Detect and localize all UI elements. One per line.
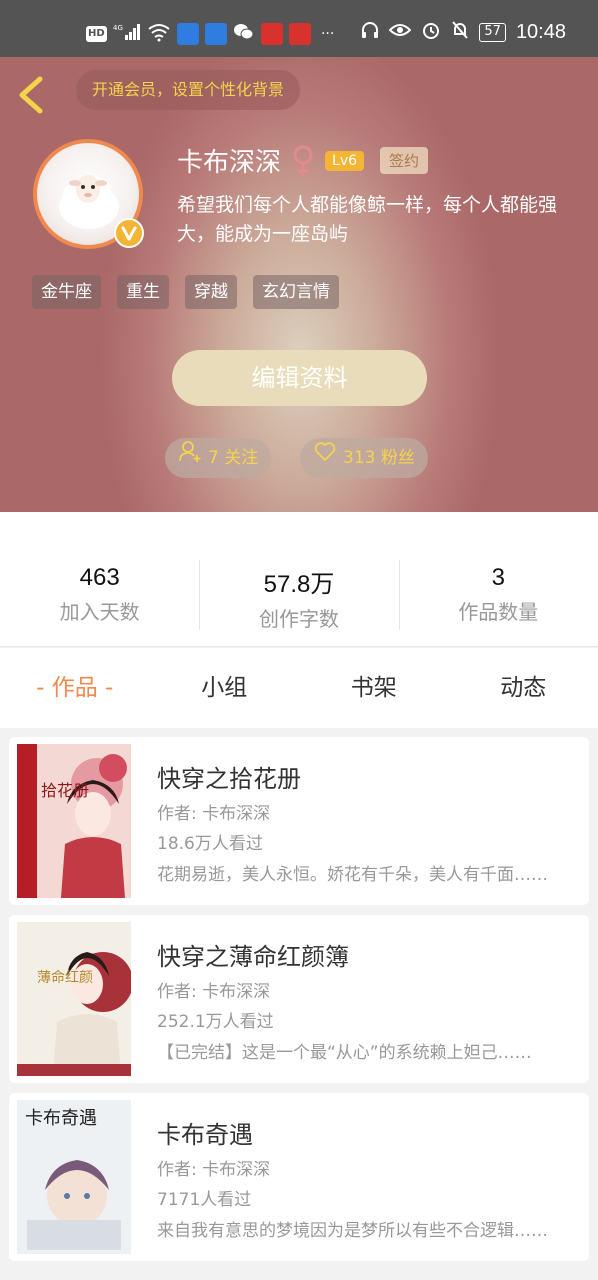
tag-item[interactable]: 金牛座 (32, 275, 101, 309)
mute-bell-icon (451, 20, 469, 44)
tag-item[interactable]: 玄幻言情 (253, 275, 339, 309)
heart-icon (313, 438, 337, 478)
book-views: 7171人看过 (157, 1190, 252, 1210)
book-description: 花期易逝，美人永恒。娇花有千朵，美人有千面…… (157, 865, 548, 885)
stat-value: 3 (491, 564, 505, 591)
stat-word-count: 57.8万 创作字数 (199, 512, 398, 646)
female-icon (291, 144, 315, 178)
add-person-icon (178, 438, 202, 478)
eye-icon (388, 22, 412, 42)
app-notification-icon (288, 23, 311, 45)
cover-title-char: 卡布奇遇 (25, 1108, 97, 1129)
book-views: 252.1万人看过 (157, 1012, 274, 1032)
tag-item[interactable]: 穿越 (185, 275, 237, 309)
username: 卡布深深 (177, 148, 282, 178)
level-badge: Lv6 (325, 150, 365, 171)
app-notification-icon (176, 23, 199, 45)
verified-badge-icon (113, 217, 145, 249)
stat-value: 463 (79, 564, 120, 591)
tab-bookshelf[interactable]: 书架 (299, 648, 449, 728)
book-description: 来自我有意思的梦境因为是梦所以有些不合逻辑…… (157, 1221, 548, 1241)
cover-title-char: 薄命红颜 (37, 969, 93, 986)
following-button[interactable]: 7 关注 (165, 438, 272, 478)
status-bar: HD 4G ··· 57 10:48 (0, 0, 598, 57)
book-author: 作者: 卡布深深 (157, 982, 271, 1002)
book-card[interactable]: 卡布奇遇 卡布奇遇 作者: 卡布深深 7171人看过 来自我有意思的梦境因为是梦… (9, 1093, 589, 1261)
cover-title-char: 拾花册 (41, 781, 89, 800)
profile-tabs: - 作品 - 小组 书架 动态 (0, 648, 598, 728)
edit-profile-button[interactable]: 编辑资料 (172, 350, 427, 406)
tab-activity[interactable]: 动态 (449, 648, 598, 728)
profile-bio: 希望我们每个人都能像鲸一样，每个人都能强大，能成为一座岛屿 (177, 194, 558, 245)
app-notification-icon (260, 23, 283, 45)
battery-indicator: 57 (479, 22, 506, 42)
signal-icon: 4G (113, 22, 141, 46)
followers-button[interactable]: 313 粉丝 (300, 438, 428, 478)
stat-joined-days: 463 加入天数 (0, 512, 199, 646)
app-notification-icon (204, 23, 227, 45)
wifi-icon (147, 22, 171, 46)
wechat-icon (233, 22, 255, 46)
book-views: 18.6万人看过 (157, 834, 263, 854)
headphones-icon (361, 21, 379, 43)
stat-label: 创作字数 (258, 607, 339, 631)
stat-works-count: 3 作品数量 (398, 512, 598, 646)
signed-author-tag: 签约 (380, 147, 429, 174)
book-cover[interactable]: 拾花册 (17, 744, 131, 898)
vip-background-prompt[interactable]: 开通会员，设置个性化背景 (76, 70, 301, 110)
profile-header: 开通会员，设置个性化背景 卡布深深 Lv6 签约 希望我们每个人都能像鲸一样，每… (0, 57, 598, 512)
profile-tags: 金牛座 重生 穿越 玄幻言情 (32, 275, 339, 309)
stat-label: 加入天数 (59, 600, 140, 624)
clock: 10:48 (515, 20, 566, 43)
svg-text:4G: 4G (113, 24, 123, 32)
tag-item[interactable]: 重生 (117, 275, 169, 309)
back-arrow-icon[interactable] (14, 75, 50, 115)
book-cover[interactable]: 卡布奇遇 (17, 1100, 131, 1254)
book-card[interactable]: 拾花册 快穿之拾花册 作者: 卡布深深 18.6万人看过 花期易逝，美人永恒。娇… (9, 737, 589, 905)
book-title[interactable]: 卡布奇遇 (157, 1115, 253, 1150)
stat-value: 57.8万 (263, 571, 335, 598)
following-count: 7 关注 (208, 448, 259, 468)
book-title[interactable]: 快穿之拾花册 (157, 759, 301, 794)
hd-icon: HD (86, 26, 107, 42)
book-author: 作者: 卡布深深 (157, 1160, 271, 1180)
book-card[interactable]: 薄命红颜 快穿之薄命红颜簿 作者: 卡布深深 252.1万人看过 【已完结】这是… (9, 915, 589, 1083)
works-list: 拾花册 快穿之拾花册 作者: 卡布深深 18.6万人看过 花期易逝，美人永恒。娇… (0, 728, 598, 1280)
stats-row: 463 加入天数 57.8万 创作字数 3 作品数量 (0, 512, 598, 647)
followers-count: 313 粉丝 (343, 448, 415, 468)
alarm-icon (421, 20, 441, 44)
book-cover[interactable]: 薄命红颜 (17, 922, 133, 1076)
tab-works[interactable]: - 作品 - (0, 648, 150, 728)
stat-label: 作品数量 (458, 600, 539, 624)
more-icon: ··· (320, 26, 335, 42)
book-description: 【已完结】这是一个最“从心”的系统赖上妲己…… (157, 1043, 532, 1063)
book-author: 作者: 卡布深深 (157, 804, 271, 824)
avatar[interactable] (33, 139, 145, 249)
tab-groups[interactable]: 小组 (150, 648, 300, 728)
book-title[interactable]: 快穿之薄命红颜簿 (157, 937, 349, 972)
